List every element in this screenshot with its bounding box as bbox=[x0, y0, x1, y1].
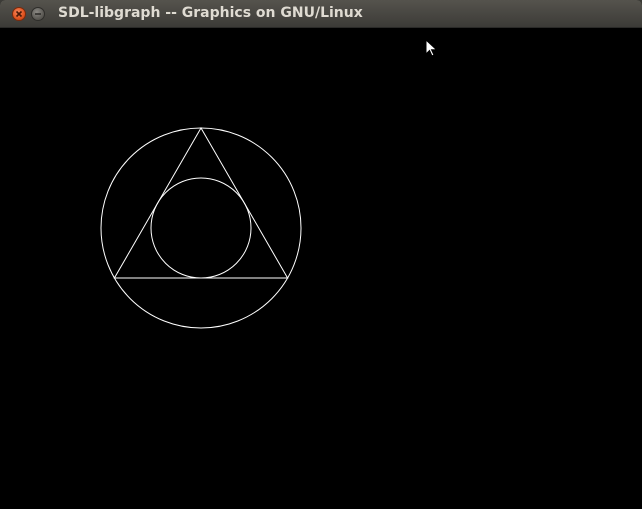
minimize-icon bbox=[35, 13, 41, 15]
graphics-canvas[interactable] bbox=[1, 28, 641, 508]
window-title: SDL-libgraph -- Graphics on GNU/Linux bbox=[58, 5, 363, 21]
sdl-window: SDL-libgraph -- Graphics on GNU/Linux bbox=[0, 0, 642, 509]
title-bar[interactable]: SDL-libgraph -- Graphics on GNU/Linux bbox=[0, 0, 642, 28]
close-button[interactable] bbox=[12, 7, 26, 21]
minimize-button[interactable] bbox=[31, 7, 45, 21]
close-icon bbox=[15, 10, 23, 18]
arrow-cursor-icon bbox=[425, 39, 438, 57]
